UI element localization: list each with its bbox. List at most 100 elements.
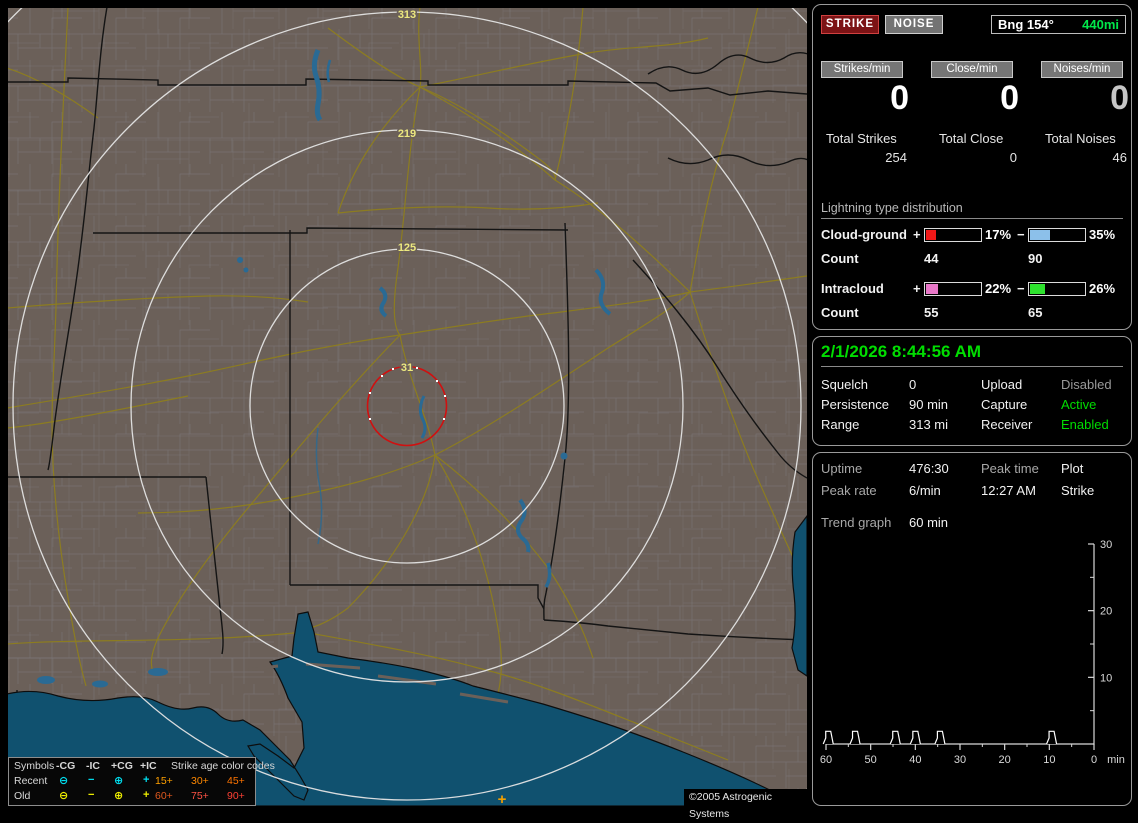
cg-neg-pct: 35% xyxy=(1089,227,1116,242)
ic-neg-bar xyxy=(1028,282,1086,296)
total-close-value: 0 xyxy=(1009,150,1017,165)
cg-pos-bar-fill xyxy=(926,230,936,240)
upload-status: Disabled xyxy=(1061,377,1112,392)
total-noises-value: 46 xyxy=(1112,150,1127,165)
old-neg-cg-icon: ⊖ xyxy=(59,790,69,802)
cg-pos-bar xyxy=(924,228,982,242)
recent-neg-cg-icon: ⊖ xyxy=(59,775,69,787)
trend-x-tick-label: 50 xyxy=(865,754,877,766)
trend-x-unit-label: min xyxy=(1107,754,1125,766)
ring-label-313: 313 xyxy=(398,9,416,21)
ic-neg-bar-fill xyxy=(1030,284,1045,294)
uptime-label: Uptime xyxy=(821,461,863,476)
ic-pos-count: 55 xyxy=(924,305,939,320)
total-strikes-label: Total Strikes xyxy=(826,131,897,146)
cg-minus-sign: − xyxy=(1017,227,1025,242)
age-code-45: 45+ xyxy=(227,775,245,787)
old-pos-cg-icon: ⊕ xyxy=(114,790,124,802)
recent-neg-ic-icon: − xyxy=(88,774,95,786)
strikes-per-min-label[interactable]: Strikes/min xyxy=(821,61,903,78)
ic-pos-pct: 22% xyxy=(985,281,1012,296)
trend-panel: Uptime 476:30 Peak time Plot Peak rate 6… xyxy=(812,452,1132,806)
legend-header-age-codes: Strike age color codes xyxy=(171,760,275,772)
persistence-value: 90 min xyxy=(909,397,949,412)
trend-y-tick-label: 30 xyxy=(1100,539,1112,551)
trend-x-tick-label: 20 xyxy=(999,754,1011,766)
squelch-label: Squelch xyxy=(821,377,868,392)
strike-mode-button[interactable]: STRIKE xyxy=(821,15,879,34)
close-per-min-label[interactable]: Close/min xyxy=(931,61,1013,78)
cg-plus-sign: + xyxy=(913,227,921,242)
age-code-60: 60+ xyxy=(155,790,173,802)
close-per-min-value: 0 xyxy=(1000,79,1019,117)
capture-label: Capture xyxy=(981,397,1028,412)
total-close-label: Total Close xyxy=(939,131,1004,146)
ic-pos-bar xyxy=(924,282,982,296)
upload-label: Upload xyxy=(981,377,1023,392)
ring-label-219: 219 xyxy=(398,128,416,140)
strike-trend-chart: 10 20 30 60 50 40 30 20 10 0 min xyxy=(820,539,1125,766)
trend-y-tick-label: 10 xyxy=(1100,672,1112,684)
uptime-value: 476:30 xyxy=(909,461,949,476)
recent-pos-cg-icon: ⊕ xyxy=(114,775,124,787)
trend-x-tick-label: 30 xyxy=(954,754,966,766)
nexstorm-window: 313 219 125 31 + ©2005 Astrogenic System… xyxy=(0,0,1138,823)
cg-pos-pct: 17% xyxy=(985,227,1012,242)
cg-count-label: Count xyxy=(821,251,859,266)
distribution-title: Lightning type distribution xyxy=(821,201,963,215)
legend-row-old-label: Old xyxy=(14,790,31,802)
age-code-30: 30+ xyxy=(191,775,209,787)
trend-y-tick-label: 20 xyxy=(1100,606,1112,618)
peak-time-label: Peak time xyxy=(981,461,1039,476)
ic-pos-bar-fill xyxy=(926,284,939,294)
ring-label-125: 125 xyxy=(398,242,416,254)
trend-x-tick-label: 40 xyxy=(909,754,921,766)
capture-status: Active xyxy=(1061,397,1097,412)
total-strikes-value: 254 xyxy=(885,150,907,165)
plot-type-value: Strike xyxy=(1061,483,1095,498)
legend-header-pos-cg: +CG xyxy=(111,760,133,772)
range-value: 313 mi xyxy=(909,417,949,432)
datetime-display: 2/1/2026 8:44:56 AM xyxy=(821,342,982,361)
cg-neg-bar xyxy=(1028,228,1086,242)
strike-marker-plus-ic[interactable]: + xyxy=(498,791,507,808)
trend-rate-bump xyxy=(934,730,946,745)
recent-pos-ic-icon: + xyxy=(143,774,150,786)
receiver-label: Receiver xyxy=(981,417,1033,432)
bearing-value: Bng 154° xyxy=(998,17,1054,32)
trend-x-tick-label: 10 xyxy=(1043,754,1055,766)
strikes-per-min-value: 0 xyxy=(890,79,909,117)
bearing-readout: Bng 154° 440mi xyxy=(991,15,1126,34)
receiver-status: Enabled xyxy=(1061,417,1109,432)
noises-per-min-value: 0 xyxy=(1110,79,1129,117)
trend-rate-bump xyxy=(889,730,901,745)
ic-count-label: Count xyxy=(821,305,859,320)
old-pos-ic-icon: + xyxy=(143,789,150,801)
peak-rate-value: 6/min xyxy=(909,483,941,498)
trend-rate-bump xyxy=(822,730,834,745)
trend-rate-bump xyxy=(849,730,861,745)
squelch-value: 0 xyxy=(909,377,917,392)
trend-x-tick-label: 60 xyxy=(820,754,832,766)
trend-x-tick-label: 0 xyxy=(1091,754,1097,766)
ic-neg-pct: 26% xyxy=(1089,281,1116,296)
age-code-75: 75+ xyxy=(191,790,209,802)
plot-value: Plot xyxy=(1061,461,1084,476)
peak-time-value: 12:27 AM xyxy=(981,483,1036,498)
lightning-map[interactable]: 313 219 125 31 + xyxy=(0,0,962,823)
noises-per-min-label[interactable]: Noises/min xyxy=(1041,61,1123,78)
trend-rate-bump xyxy=(909,730,921,745)
total-noises-label: Total Noises xyxy=(1045,131,1116,146)
ring-label-31: 31 xyxy=(401,362,413,374)
map-canvas: 313 219 125 31 + xyxy=(0,0,962,823)
trend-axes xyxy=(826,544,1095,745)
ic-plus-sign: + xyxy=(913,281,921,296)
range-label: Range xyxy=(821,417,860,432)
trend-rate-bump xyxy=(1046,730,1058,745)
ic-neg-count: 65 xyxy=(1028,305,1043,320)
counters-panel: STRIKE NOISE Bng 154° 440mi Strikes/min … xyxy=(812,4,1132,330)
symbols-legend: Symbols -CG -IC +CG +IC Strike age color… xyxy=(8,757,275,806)
status-panel: 2/1/2026 8:44:56 AM Squelch 0 Upload Dis… xyxy=(812,336,1132,446)
noise-mode-button[interactable]: NOISE xyxy=(885,15,943,34)
legend-row-recent-label: Recent xyxy=(14,775,48,787)
